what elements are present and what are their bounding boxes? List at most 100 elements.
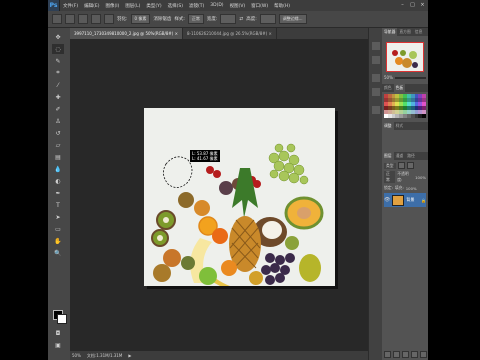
menu-3d[interactable]: 3D(D) xyxy=(207,3,226,8)
fill-value[interactable]: 100% xyxy=(406,186,417,191)
intersect-selection-icon[interactable] xyxy=(104,14,114,24)
minimize-icon[interactable]: – xyxy=(398,1,407,9)
menu-type[interactable]: 类型(Y) xyxy=(143,3,164,9)
tab-layers[interactable]: 图层 xyxy=(382,152,394,160)
history-brush-icon[interactable]: ↺ xyxy=(52,128,64,138)
move-tool-icon[interactable]: ✥ xyxy=(52,32,64,42)
path-select-icon[interactable]: ➤ xyxy=(52,212,64,222)
pen-tool-icon[interactable]: ✒ xyxy=(52,188,64,198)
navigator-zoom-slider[interactable] xyxy=(394,76,426,79)
close-icon[interactable]: × xyxy=(418,1,427,9)
properties-panel-icon[interactable] xyxy=(372,74,380,82)
filter-adjust-icon[interactable] xyxy=(406,162,414,169)
menu-help[interactable]: 帮助(H) xyxy=(271,3,293,9)
tab-info[interactable]: 信息 xyxy=(413,28,425,36)
swatch[interactable] xyxy=(422,114,426,118)
eraser-tool-icon[interactable]: ▱ xyxy=(52,140,64,150)
tab-styles[interactable]: 样式 xyxy=(394,122,406,130)
filter-pixel-icon[interactable] xyxy=(397,162,405,169)
navigator-thumbnail[interactable] xyxy=(386,42,424,72)
image-canvas[interactable]: L: 53.87 像素 L: 41.67 像素 xyxy=(144,108,335,286)
menu-window[interactable]: 窗口(W) xyxy=(248,3,271,9)
document-area: 3997110_1730349810000_2.jpg @ 50%(RGB/8#… xyxy=(70,28,370,360)
add-selection-icon[interactable] xyxy=(78,14,88,24)
feather-input[interactable]: 0 像素 xyxy=(130,14,151,24)
visibility-eye-icon[interactable]: 👁 xyxy=(384,197,390,203)
tab-histogram[interactable]: 直方图 xyxy=(397,28,412,36)
menu-filter[interactable]: 滤镜(T) xyxy=(186,3,207,9)
char-panel-icon[interactable] xyxy=(372,106,380,114)
menu-view[interactable]: 视图(V) xyxy=(227,3,249,9)
fruit xyxy=(181,256,195,270)
menu-image[interactable]: 图像(I) xyxy=(102,3,122,9)
status-arrow-icon[interactable]: ▶ xyxy=(128,353,131,358)
fruit xyxy=(249,271,263,285)
lasso-tool-icon[interactable]: ◌ xyxy=(52,44,64,54)
clone-stamp-icon[interactable]: ♙ xyxy=(52,116,64,126)
brush-panel-icon[interactable] xyxy=(372,88,380,96)
eyedropper-icon[interactable]: ⁄ xyxy=(52,80,64,90)
document-tab-active[interactable]: 3997110_1730349810000_2.jpg @ 50%(RGB/8#… xyxy=(70,28,183,39)
new-group-icon[interactable] xyxy=(411,351,418,358)
dodge-tool-icon[interactable]: ◐ xyxy=(52,176,64,186)
navigator-zoom[interactable]: 50% xyxy=(384,75,393,80)
swatch-grid[interactable] xyxy=(384,94,426,118)
subtract-selection-icon[interactable] xyxy=(91,14,101,24)
style-label: 样式: xyxy=(174,17,185,22)
healing-brush-icon[interactable]: ✚ xyxy=(52,92,64,102)
document-tab[interactable]: 8-110626210044.jpg @ 26.5%(RGB/8#) × xyxy=(183,28,277,39)
fruit-photo xyxy=(144,108,335,286)
quick-select-icon[interactable]: ✎ xyxy=(52,56,64,66)
new-selection-icon[interactable] xyxy=(65,14,75,24)
background-color-swatch[interactable] xyxy=(57,314,67,324)
marquee-preset-icon[interactable] xyxy=(52,14,62,24)
menu-select[interactable]: 选择(S) xyxy=(165,3,186,9)
maximize-icon[interactable]: □ xyxy=(408,1,417,9)
actions-panel-icon[interactable] xyxy=(372,56,380,64)
tab-swatches[interactable]: 色板 xyxy=(393,84,406,92)
blend-mode-select[interactable]: 正常 xyxy=(384,171,396,183)
layer-thumbnail xyxy=(392,194,405,206)
tab-adjustments[interactable]: 调整 xyxy=(382,122,394,130)
quick-mask-icon[interactable]: ◘ xyxy=(52,328,64,338)
fruit xyxy=(153,264,171,282)
opacity-value[interactable]: 100% xyxy=(415,175,426,180)
new-layer-icon[interactable] xyxy=(420,351,427,358)
zoom-tool-icon[interactable]: 🔍 xyxy=(52,248,64,258)
tab-color[interactable]: 颜色 xyxy=(382,84,394,92)
width-input[interactable] xyxy=(220,14,237,24)
hand-tool-icon[interactable]: ✋ xyxy=(52,236,64,246)
crop-tool-icon[interactable]: ⌗ xyxy=(52,68,64,78)
brush-tool-icon[interactable]: ✐ xyxy=(52,104,64,114)
shape-tool-icon[interactable]: ▭ xyxy=(52,224,64,234)
fx-icon[interactable] xyxy=(393,351,400,358)
gradient-tool-icon[interactable]: ▤ xyxy=(52,152,64,162)
screen-mode-icon[interactable]: ▣ xyxy=(52,340,64,350)
menu-layer[interactable]: 图层(L) xyxy=(122,3,143,9)
type-tool-icon[interactable]: T xyxy=(52,200,64,210)
status-bar: 50% 文档:1.31M/1.31M ▶ xyxy=(70,351,370,360)
layer-kind-filter[interactable]: 类型 xyxy=(384,162,396,169)
style-select[interactable]: 正常 xyxy=(187,14,204,24)
green-apple xyxy=(199,267,217,285)
fruit xyxy=(163,249,181,267)
photoshop-window: Ps 文件(F) 编辑(E) 图像(I) 图层(L) 类型(Y) 选择(S) 滤… xyxy=(48,0,428,360)
tab-navigator[interactable]: 导航器 xyxy=(382,28,398,36)
menu-file[interactable]: 文件(F) xyxy=(60,3,81,9)
menu-edit[interactable]: 编辑(E) xyxy=(81,3,102,9)
options-bar: 羽化: 0 像素 消除锯齿 样式: 正常 宽度: ⇄ 高度: 调整边缘... xyxy=(48,11,428,28)
tab-paths[interactable]: 路径 xyxy=(405,152,417,160)
tab-channels[interactable]: 通道 xyxy=(394,152,406,160)
doc-size: 文档:1.31M/1.31M xyxy=(86,352,123,358)
swap-icon[interactable]: ⇄ xyxy=(239,17,243,22)
antialias-checkbox[interactable]: 消除锯齿 xyxy=(153,16,171,22)
blur-tool-icon[interactable]: 💧 xyxy=(52,164,64,174)
history-panel-icon[interactable] xyxy=(372,42,380,50)
link-layers-icon[interactable] xyxy=(384,351,391,358)
layer-row-background[interactable]: 👁 背景 🔒 xyxy=(384,193,426,207)
adjustments-body xyxy=(382,130,428,152)
mask-icon[interactable] xyxy=(402,351,409,358)
zoom-level[interactable]: 50% xyxy=(72,353,81,358)
refine-edge-button[interactable]: 调整边缘... xyxy=(278,14,307,24)
height-input[interactable] xyxy=(259,14,276,24)
